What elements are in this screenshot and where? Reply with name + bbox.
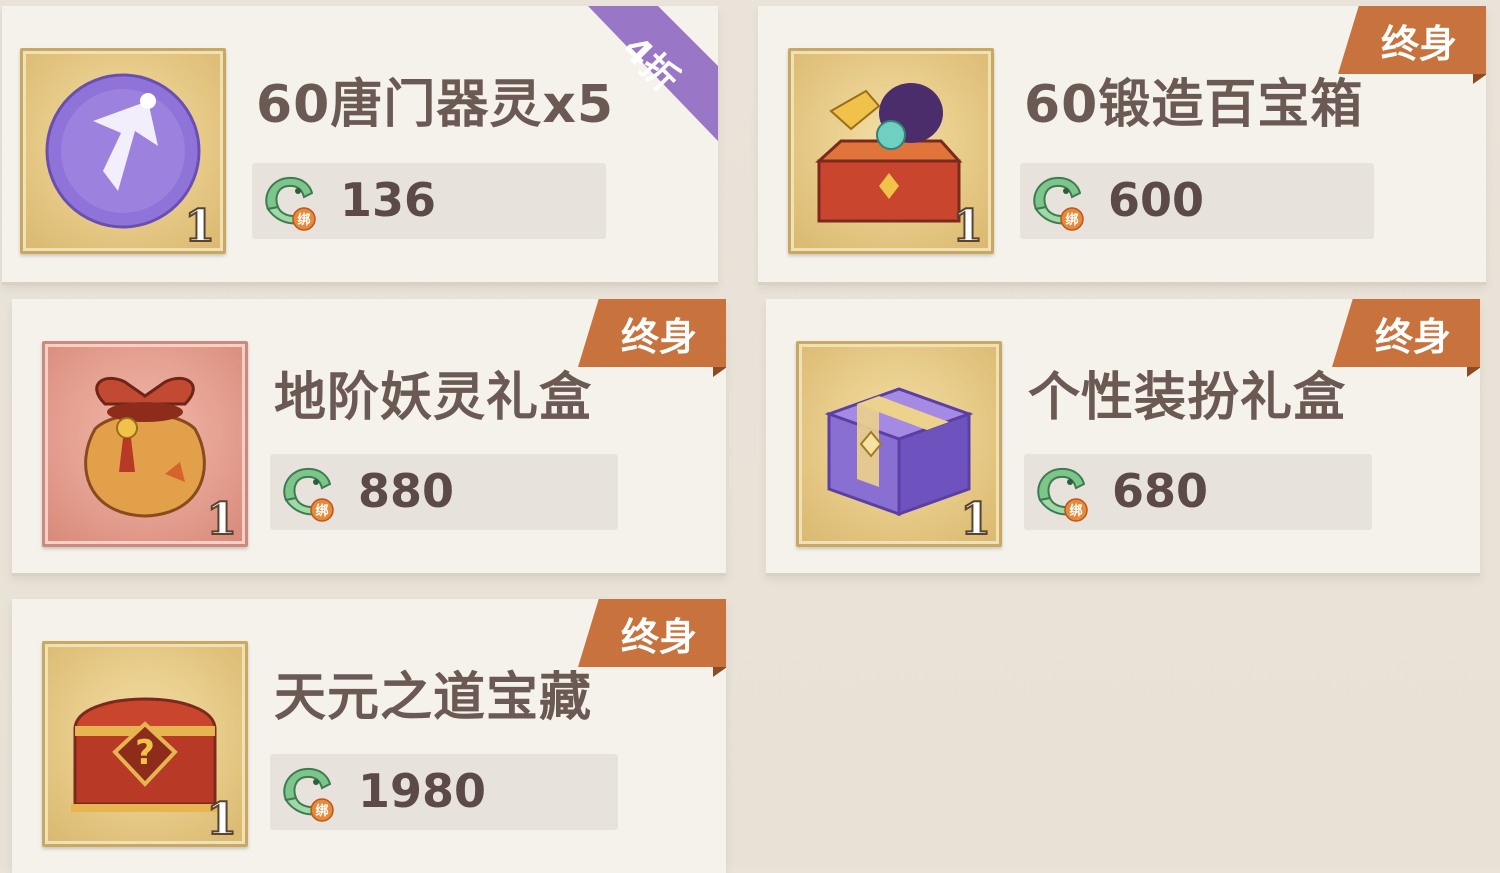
item-title: 地阶妖灵礼盒 — [274, 368, 593, 428]
item-card[interactable]: 1 个性装扮礼盒 680 终身 — [766, 299, 1480, 573]
svg-text:?: ? — [135, 733, 155, 773]
ribbon-fold — [713, 667, 726, 677]
bound-jade-coin-icon — [276, 760, 340, 824]
item-icon-frame: 1 — [788, 48, 994, 254]
bound-jade-coin-icon — [276, 460, 340, 524]
bound-jade-coin-icon — [258, 169, 322, 233]
discount-ribbon: 4折 — [518, 6, 718, 206]
item-quantity: 1 — [951, 201, 984, 252]
item-price: 600 — [1108, 173, 1205, 227]
item-card[interactable]: 1 60锻造百宝箱 600 终身 — [758, 6, 1486, 282]
lifetime-tag: 终身 — [578, 599, 726, 667]
item-title: 天元之道宝藏 — [274, 668, 593, 728]
item-card[interactable]: 1 地阶妖灵礼盒 880 终身 — [12, 299, 726, 573]
lifetime-tag: 终身 — [578, 299, 726, 367]
price-box: 880 — [270, 454, 618, 530]
bound-jade-coin-icon — [1030, 460, 1094, 524]
price-box: 600 — [1020, 163, 1374, 239]
item-title: 60锻造百宝箱 — [1024, 75, 1364, 135]
item-quantity: 1 — [959, 494, 992, 545]
item-icon-frame: ? 1 — [42, 641, 248, 847]
ribbon-fold — [1467, 367, 1480, 377]
item-icon-frame: 1 — [796, 341, 1002, 547]
item-price: 880 — [358, 464, 455, 518]
price-box: 680 — [1024, 454, 1372, 530]
item-quantity: 1 — [183, 201, 216, 252]
bound-jade-coin-icon — [1026, 169, 1090, 233]
item-price: 136 — [340, 173, 437, 227]
item-quantity: 1 — [205, 794, 238, 845]
item-quantity: 1 — [205, 494, 238, 545]
ribbon-fold — [713, 367, 726, 377]
item-price: 680 — [1112, 464, 1209, 518]
lifetime-tag: 终身 — [1338, 6, 1486, 74]
item-title: 个性装扮礼盒 — [1028, 368, 1347, 428]
ribbon-fold — [1473, 74, 1486, 84]
lifetime-tag: 终身 — [1332, 299, 1480, 367]
item-price: 1980 — [358, 764, 487, 818]
item-card[interactable]: ? 1 天元之道宝藏 1980 终身 — [12, 599, 726, 873]
item-card[interactable]: 1 60唐门器灵x5 136 4折 — [2, 6, 718, 282]
item-icon-frame: 1 — [42, 341, 248, 547]
item-icon-frame: 1 — [20, 48, 226, 254]
price-box: 1980 — [270, 754, 618, 830]
